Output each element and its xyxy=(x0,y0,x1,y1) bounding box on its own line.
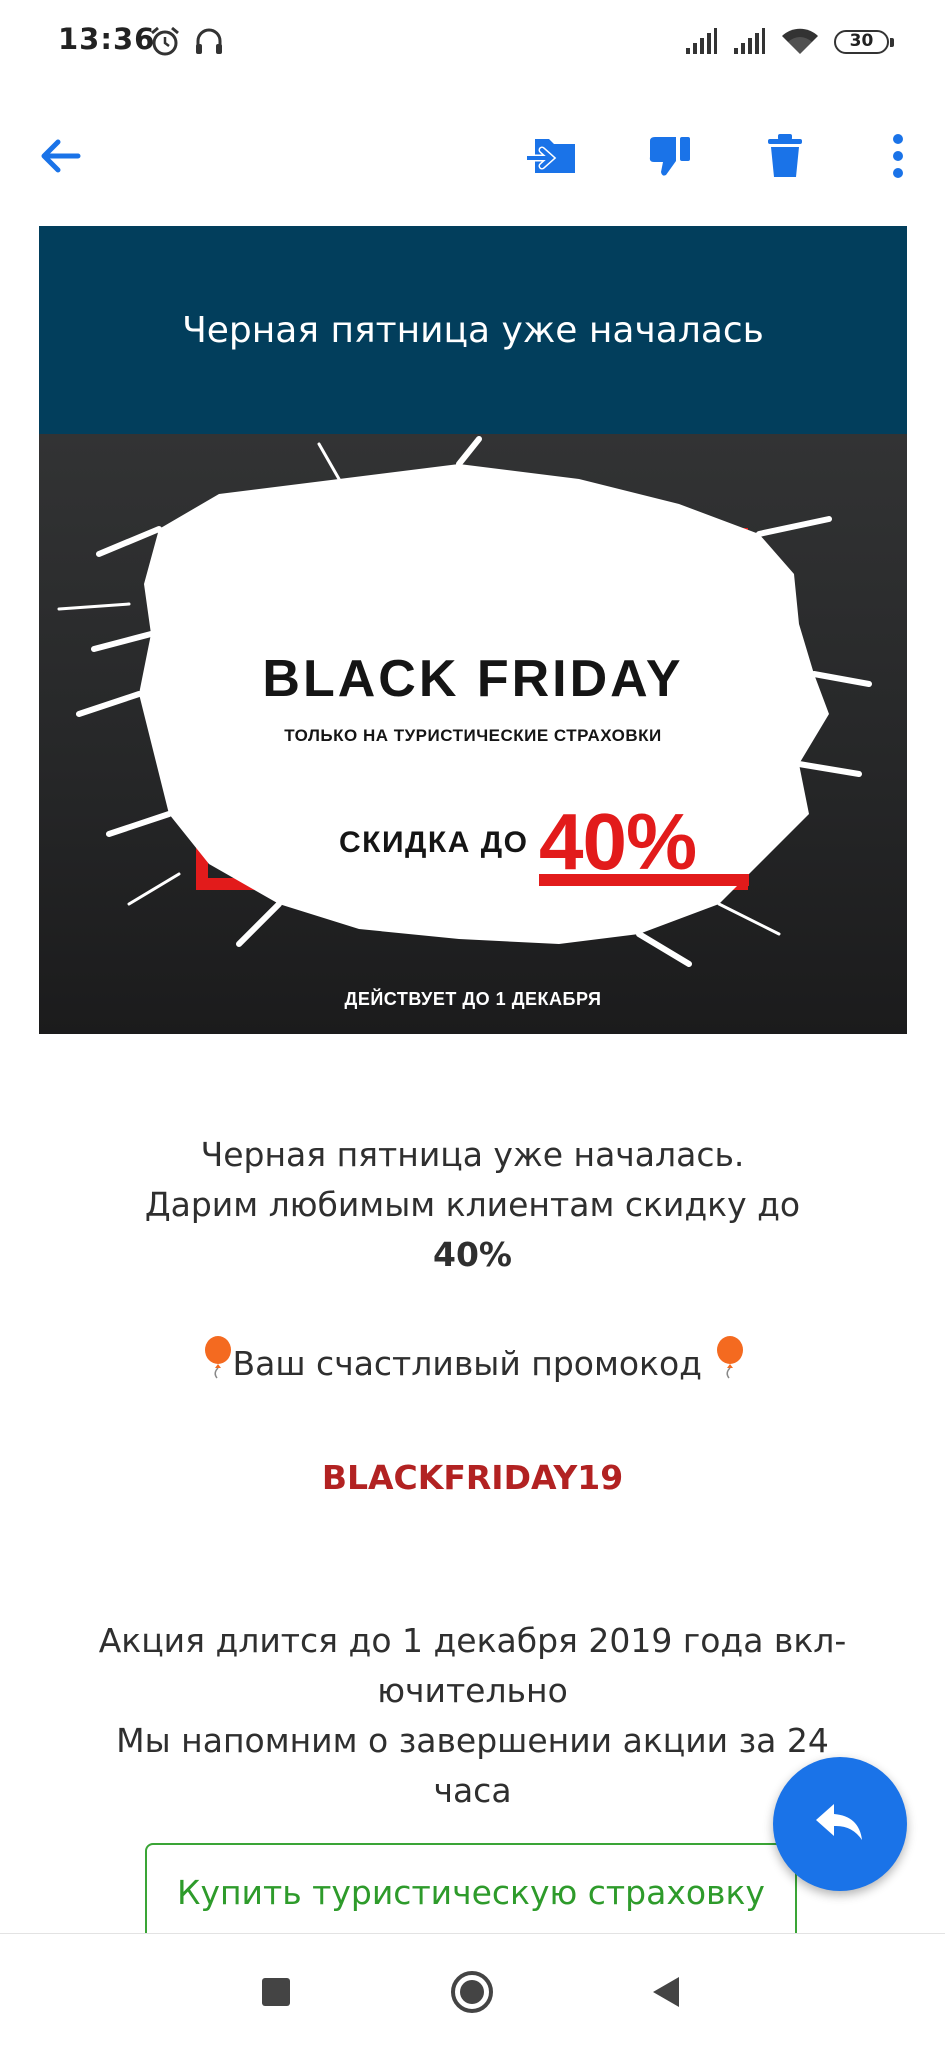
intro-discount: 40% xyxy=(433,1235,512,1274)
banner-discount-label: СКИДКА ДО xyxy=(339,826,529,859)
reply-button[interactable] xyxy=(773,1757,907,1891)
banner-title: BLACK FRIDAY xyxy=(262,650,684,708)
back-arrow-icon[interactable] xyxy=(28,124,92,188)
promo-code: BLACKFRIDAY19 xyxy=(321,1458,624,1497)
trash-icon[interactable] xyxy=(753,124,817,188)
wifi-icon xyxy=(780,26,820,62)
terms-line: ючительно xyxy=(377,1671,568,1710)
signal-icon xyxy=(732,28,766,60)
buy-travel-insurance-button[interactable]: Купить туристическую страховку xyxy=(145,1843,797,1941)
home-icon[interactable] xyxy=(444,1964,500,2020)
signal-icon xyxy=(684,28,718,60)
balloon-icon xyxy=(713,1335,745,1393)
spam-thumbs-down-icon[interactable] xyxy=(638,124,702,188)
balloon-icon xyxy=(201,1335,233,1393)
email-header-title: Черная пятница уже началась xyxy=(182,309,764,351)
battery-icon: 30 xyxy=(834,30,894,54)
banner-valid-until: ДЕЙСТВУЕТ ДО 1 ДЕКАБРЯ xyxy=(344,989,602,1009)
promo-label-row: Ваш счастливый промокод xyxy=(80,1335,865,1393)
cta-label: Купить туристическую страховку xyxy=(177,1872,765,1912)
email-intro: Черная пятница уже началась. Дарим любим… xyxy=(80,1130,865,1280)
headphones-icon xyxy=(192,24,226,62)
system-nav-bar xyxy=(0,1933,945,2049)
recent-apps-icon[interactable] xyxy=(248,1964,304,2020)
promo-label: Ваш счастливый промокод xyxy=(232,1344,703,1383)
more-vert-icon[interactable] xyxy=(866,124,930,188)
banner-discount-value: 40% xyxy=(539,797,697,886)
email-header-banner: Черная пятница уже началась xyxy=(39,226,907,434)
email-toolbar xyxy=(0,100,945,210)
black-friday-banner-image: BLACK FRIDAY ТОЛЬКО НА ТУРИСТИЧЕСКИЕ СТР… xyxy=(39,434,907,1034)
terms-line: Мы напомним о завершении акции за 24 xyxy=(116,1721,829,1760)
status-time: 13:36 xyxy=(58,22,156,56)
move-to-folder-icon[interactable] xyxy=(522,124,586,188)
terms-line: Акция длится до 1 декабря 2019 года вкл- xyxy=(98,1621,847,1660)
reply-icon xyxy=(814,1802,866,1846)
intro-line: Дарим любимым клиентам скидку до xyxy=(144,1185,801,1224)
promo-terms: Акция длится до 1 декабря 2019 года вкл-… xyxy=(80,1616,865,1816)
terms-line: часа xyxy=(433,1771,512,1810)
status-bar: 13:36 30 xyxy=(0,0,945,86)
banner-subtitle: ТОЛЬКО НА ТУРИСТИЧЕСКИЕ СТРАХОВКИ xyxy=(284,726,662,745)
alarm-icon xyxy=(148,24,182,62)
back-icon[interactable] xyxy=(638,1964,694,2020)
intro-line: Черная пятница уже началась. xyxy=(200,1135,745,1174)
